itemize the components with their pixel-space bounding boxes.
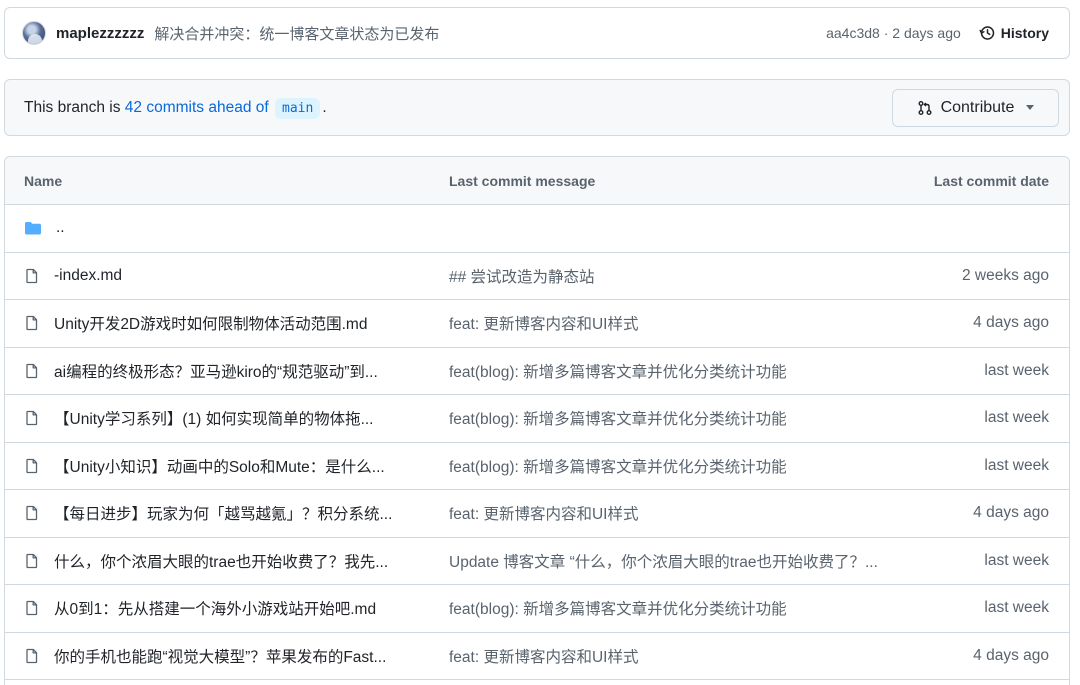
file-icon [24, 553, 40, 569]
commit-date: 2 weeks ago [961, 266, 1049, 284]
latest-commit-bar: maplezzzzzz 解决合并冲突：统一博客文章状态为已发布 aa4c3d8 … [4, 7, 1070, 59]
branch-suffix: . [322, 98, 327, 116]
branch-status-bar: This branch is 42 commits ahead of main.… [4, 79, 1070, 136]
commit-message-link[interactable]: feat(blog): 新增多篇博客文章并优化分类统计功能 [449, 455, 899, 477]
table-header: Name Last commit message Last commit dat… [5, 157, 1069, 205]
header-name: Name [24, 172, 63, 189]
commit-date: 4 days ago [973, 646, 1049, 664]
git-pull-request-icon [918, 100, 932, 115]
base-branch-label[interactable]: main [275, 97, 321, 119]
file-icon [24, 458, 40, 474]
history-button[interactable]: History [979, 25, 1049, 41]
file-name-link[interactable]: 你的手机也能跑“视觉大模型”？苹果发布的Fast... [54, 645, 386, 667]
file-name-link[interactable]: -index.md [54, 267, 122, 285]
commit-date: last week [984, 409, 1049, 427]
branch-status-text: This branch is 42 commits ahead of main. [24, 97, 327, 119]
commit-message-link[interactable]: Update 博客文章 “什么，你个浓眉大眼的trae也开始收费了？... [449, 550, 899, 572]
contribute-label: Contribute [940, 98, 1015, 116]
contribute-button[interactable]: Contribute [892, 88, 1059, 127]
table-row[interactable]: 【每日进步】玩家为何「越骂越氪」？积分系统... feat: 更新博客内容和UI… [5, 490, 1069, 538]
commit-message-link[interactable]: 解决合并冲突：统一博客文章状态为已发布 [154, 23, 439, 44]
header-date: Last commit date [933, 172, 1049, 189]
branch-prefix: This branch is [24, 98, 125, 116]
commit-meta: aa4c3d8 · 2 days ago History [826, 25, 1049, 41]
commit-message-link[interactable]: feat: 更新博客内容和UI样式 [449, 645, 899, 667]
table-row[interactable]: 从0到1：先从搭建一个海外小游戏站开始吧.md feat(blog): 新增多篇… [5, 585, 1069, 633]
file-table: Name Last commit message Last commit dat… [4, 156, 1070, 685]
table-row[interactable]: 你的手机也能跑“视觉大模型”？苹果发布的Fast... feat: 更新博客内容… [5, 633, 1069, 680]
file-icon [24, 410, 40, 426]
file-name-link[interactable]: Unity开发2D游戏时如何限制物体活动范围.md [54, 312, 367, 334]
file-name-link[interactable]: 【Unity小知识】动画中的Solo和Mute：是什么... [54, 455, 385, 477]
table-row[interactable]: Unity开发2D游戏时如何限制物体活动范围.md feat: 更新博客内容和U… [5, 300, 1069, 348]
commit-date: 4 days ago [973, 314, 1049, 332]
commits-ahead-link[interactable]: 42 commits ahead of [125, 99, 269, 116]
commit-message-link[interactable]: feat: 更新博客内容和UI样式 [449, 312, 899, 334]
commit-message-link[interactable]: feat: 更新博客内容和UI样式 [449, 502, 899, 524]
author-avatar[interactable] [22, 21, 46, 45]
commit-sha-age[interactable]: aa4c3d8 · 2 days ago [826, 25, 961, 41]
commit-message-link[interactable]: ## 尝试改造为静态站 [449, 265, 899, 287]
commit-message-link[interactable]: feat(blog): 新增多篇博客文章并优化分类统计功能 [449, 597, 899, 619]
table-row[interactable]: 【Unity学习系列】(1) 如何实现简单的物体拖... feat(blog):… [5, 395, 1069, 443]
table-row[interactable]: 【Unity小知识】动画中的Solo和Mute：是什么... feat(blog… [5, 443, 1069, 490]
table-row[interactable]: ai编程的终极形态？亚马逊kiro的“规范驱动”到... feat(blog):… [5, 348, 1069, 395]
history-label: History [1000, 25, 1049, 41]
file-icon [24, 600, 40, 616]
commit-message-link[interactable]: feat(blog): 新增多篇博客文章并优化分类统计功能 [449, 360, 899, 382]
file-name-link[interactable]: 【Unity学习系列】(1) 如何实现简单的物体拖... [54, 407, 373, 429]
commit-date: last week [984, 599, 1049, 617]
file-icon [24, 363, 40, 379]
file-name-link[interactable]: 【每日进步】玩家为何「越骂越氪」？积分系统... [54, 502, 392, 524]
commit-author-link[interactable]: maplezzzzzz [56, 25, 144, 42]
history-icon [979, 26, 995, 40]
parent-directory-row[interactable]: .. [5, 205, 1069, 253]
parent-directory-link[interactable]: .. [56, 219, 65, 237]
file-name-link[interactable]: 从0到1：先从搭建一个海外小游戏站开始吧.md [54, 597, 376, 619]
table-row[interactable]: -index.md ## 尝试改造为静态站 2 weeks ago [5, 253, 1069, 300]
commit-date: 4 days ago [973, 504, 1049, 522]
header-message: Last commit message [449, 172, 596, 189]
file-icon [24, 648, 40, 664]
file-name-link[interactable]: 什么，你个浓眉大眼的trae也开始收费了？我先... [54, 550, 388, 572]
commit-message-link[interactable]: feat(blog): 新增多篇博客文章并优化分类统计功能 [449, 407, 899, 429]
commit-date: last week [984, 361, 1049, 379]
folder-icon [24, 220, 42, 236]
chevron-down-icon [1026, 105, 1035, 110]
file-icon [24, 315, 40, 331]
table-row[interactable]: 什么，你个浓眉大眼的trae也开始收费了？我先... Update 博客文章 “… [5, 538, 1069, 585]
file-name-link[interactable]: ai编程的终极形态？亚马逊kiro的“规范驱动”到... [54, 360, 378, 382]
commit-date: last week [984, 551, 1049, 569]
file-icon [24, 268, 40, 284]
commit-date: last week [984, 456, 1049, 474]
file-icon [24, 505, 40, 521]
